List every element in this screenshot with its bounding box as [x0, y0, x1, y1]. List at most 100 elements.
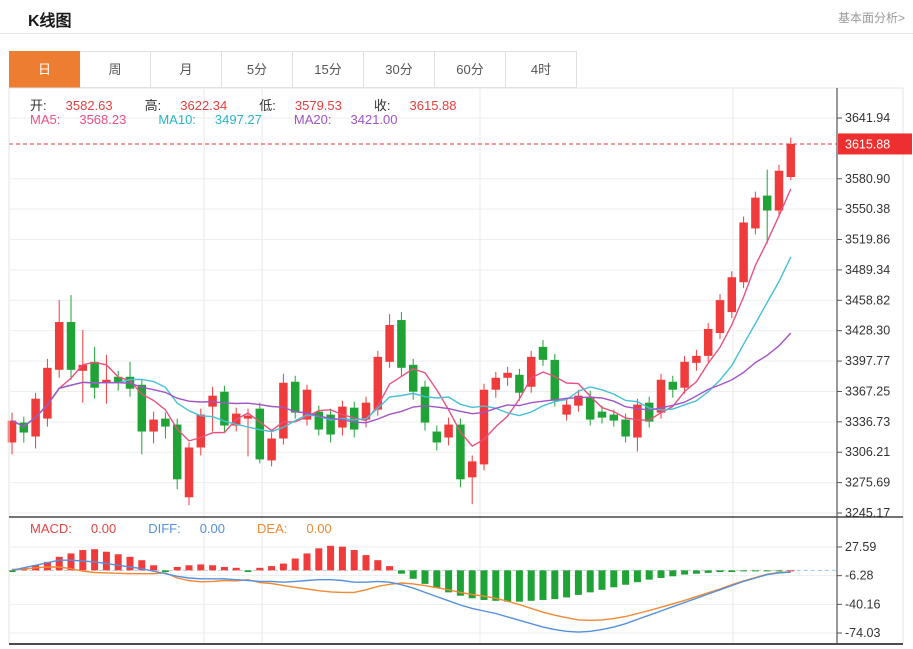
candle-body — [315, 412, 324, 430]
macd-bar — [315, 548, 322, 570]
macd-bar — [186, 565, 193, 570]
macd-bar — [56, 557, 63, 571]
legend-item: 低:3579.53 — [259, 98, 358, 113]
macd-bar — [669, 570, 676, 576]
candle-body — [444, 425, 453, 438]
candle-body — [503, 373, 512, 378]
candle-body — [55, 322, 64, 370]
macd-bar — [681, 570, 688, 574]
legend-item: DEA:0.00 — [257, 521, 348, 536]
macd-bar — [516, 570, 523, 601]
axis-tick-label: 3550.38 — [845, 202, 890, 216]
macd-bar — [256, 568, 263, 571]
candle-body — [610, 415, 619, 421]
macd-bar — [634, 570, 641, 582]
candle-body — [197, 415, 206, 448]
axis-tick-label: -74.03 — [845, 626, 880, 640]
candle-body — [185, 447, 194, 497]
legend-label: 收: — [374, 98, 391, 113]
macd-bar — [410, 570, 417, 578]
macd-bar — [197, 564, 204, 570]
legend-value: 3615.88 — [410, 98, 457, 113]
legend-value: 0.00 — [306, 521, 331, 536]
axis-tick-label: 3306.21 — [845, 445, 890, 459]
legend-item: MACD: 0.00 — [30, 521, 132, 536]
axis-tick-label: 3245.17 — [845, 506, 890, 520]
candle-body — [267, 439, 276, 461]
macd-bar — [717, 570, 724, 572]
macd-bar — [374, 560, 381, 570]
macd-bar — [575, 570, 582, 595]
price-tag: 3615.88 — [838, 133, 912, 154]
legend-value: 0.00 — [91, 521, 116, 536]
macd-bar — [174, 567, 181, 570]
macd-bar — [599, 570, 606, 589]
axis-tick-label: 27.59 — [845, 540, 876, 554]
legend-item: 开: 3582.63 — [30, 98, 129, 113]
candle-body — [680, 362, 689, 388]
candle-body — [598, 412, 607, 418]
candle-body — [256, 409, 264, 460]
macd-bar — [398, 570, 405, 573]
candle-body — [397, 320, 406, 368]
macd-bar — [245, 570, 252, 572]
candle-body — [621, 420, 630, 437]
legend-value: 3497.27 — [215, 112, 262, 127]
candle-body — [751, 198, 760, 229]
macd-bar — [693, 570, 700, 573]
axis-tick-label: 3367.25 — [845, 384, 890, 398]
macd-bar — [551, 570, 558, 599]
candle-body — [291, 382, 300, 413]
macd-bar — [221, 567, 228, 570]
candle-body — [669, 382, 678, 390]
legend-item: MA5:3568.23 — [30, 112, 142, 127]
macd-bar — [492, 570, 499, 600]
candle-body — [704, 329, 713, 356]
legend-item: DIFF:0.00 — [148, 521, 241, 536]
legend-label: MA10: — [158, 112, 196, 127]
candle-body — [515, 375, 524, 393]
axis-tick-label: 3275.69 — [845, 476, 890, 490]
legend-label: 开: — [30, 98, 47, 113]
axis-tick-label: -40.16 — [845, 597, 880, 611]
macd-bar — [304, 553, 311, 570]
macd-bar — [563, 570, 570, 597]
legend-item: 高:3622.34 — [145, 98, 244, 113]
macd-bar — [103, 552, 110, 571]
legend-item: MA10: 3497.27 — [158, 112, 278, 127]
candle-body — [67, 322, 76, 370]
macd-bar — [787, 570, 794, 571]
candle-body — [716, 300, 725, 333]
candles-group — [8, 138, 795, 506]
legend-value: 3582.63 — [66, 98, 113, 113]
macd-bar — [280, 564, 287, 571]
legend-item: 收: 3615.88 — [374, 98, 473, 113]
axis-tick-label: 3336.73 — [845, 415, 890, 429]
last-price-tag-label: 3615.88 — [845, 137, 890, 151]
macd-bar — [209, 565, 216, 570]
ma-legend: MA5:3568.23MA10:3497.27MA20:3421.00 — [30, 112, 430, 127]
candle-body — [787, 144, 796, 177]
macd-bar — [127, 557, 134, 571]
macd-bar — [540, 570, 547, 600]
macd-bar — [162, 570, 169, 572]
legend-value: 3622.34 — [180, 98, 227, 113]
candle-body — [433, 432, 442, 443]
legend-label: MA5: — [30, 112, 60, 127]
macd-bar — [115, 554, 122, 570]
macd-bar — [433, 570, 440, 588]
legend-value: 3579.53 — [295, 98, 342, 113]
legend-label: MACD: — [30, 521, 72, 536]
candle-body — [43, 368, 52, 419]
candle-body — [338, 407, 347, 428]
macd-bar — [9, 570, 16, 572]
candle-body — [468, 461, 477, 477]
macd-legend: MACD: 0.00 DIFF:0.00 DEA:0.00 — [30, 521, 364, 536]
axis-tick-label: 3489.34 — [845, 263, 890, 277]
macd-bar — [363, 555, 370, 570]
axis-tick-label: 3580.90 — [845, 172, 890, 186]
macd-bar — [646, 570, 653, 579]
candle-body — [492, 378, 501, 390]
candle-body — [739, 222, 748, 282]
macd-bar — [292, 559, 299, 571]
